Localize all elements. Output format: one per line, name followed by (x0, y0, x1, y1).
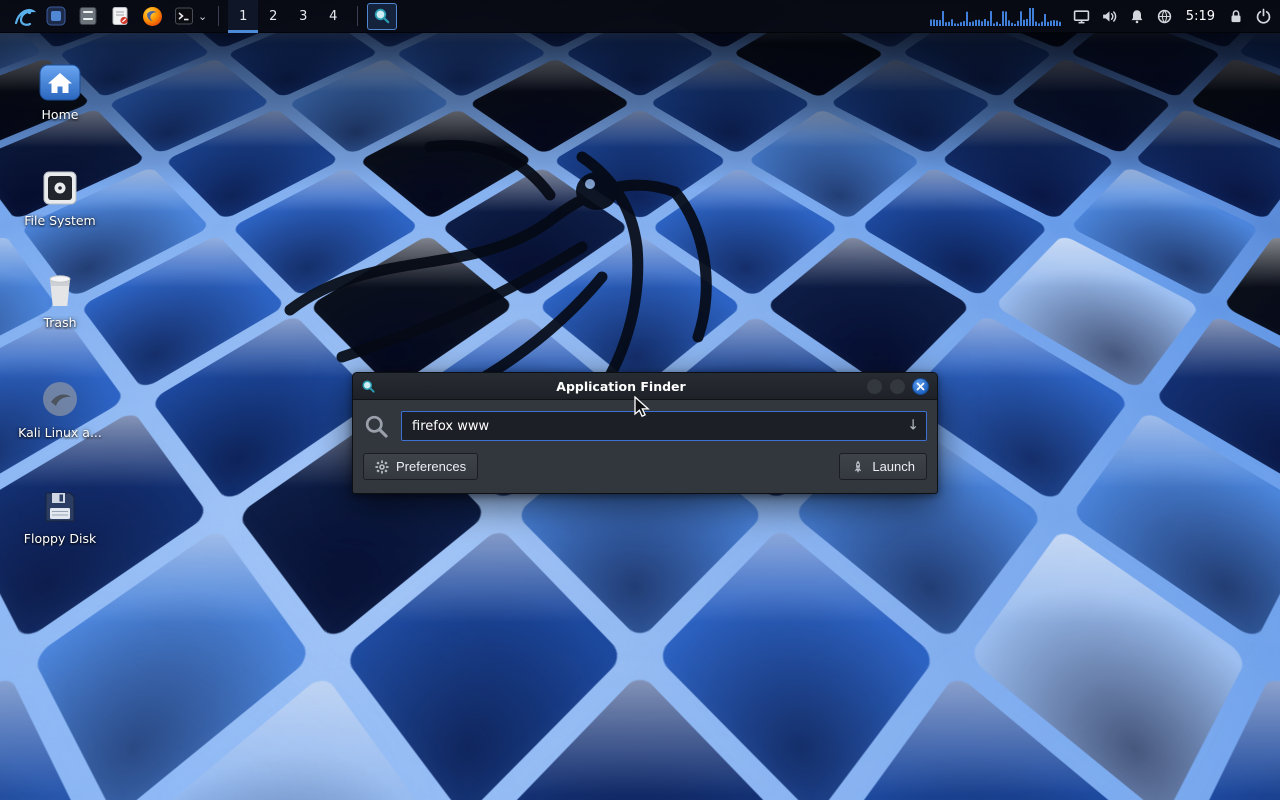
desktop-icon-file-system[interactable]: File System (10, 164, 110, 228)
notifications-bell-icon[interactable] (1129, 8, 1145, 25)
desktop-icon-trash[interactable]: Trash (10, 266, 110, 330)
terminal-launcher[interactable] (169, 2, 199, 30)
window-title: Application Finder (382, 379, 860, 394)
launch-button[interactable]: Launch (839, 453, 927, 480)
cpu-graph[interactable] (930, 5, 1062, 27)
display-tray-icon[interactable] (1073, 8, 1090, 25)
magnifier-icon (373, 7, 391, 25)
desktop-icon-label: File System (10, 214, 110, 228)
window-magnifier-icon (361, 379, 376, 394)
gear-icon (375, 460, 389, 474)
terminal-dropdown-chevron[interactable]: ⌄ (198, 10, 207, 23)
search-history-dropdown-icon[interactable]: ↓ (907, 418, 919, 434)
close-icon (916, 382, 925, 391)
app-finder-panel-button[interactable] (367, 3, 397, 30)
clock[interactable]: 5:19 (1184, 9, 1217, 24)
lock-icon[interactable] (1228, 8, 1244, 25)
workspace-label: 1 (239, 9, 247, 24)
workspace-button-1[interactable]: 1 (228, 0, 258, 33)
firefox-launcher[interactable] (137, 2, 167, 30)
panel-separator (357, 6, 358, 26)
applications-menu-button[interactable] (9, 2, 39, 30)
home-icon (10, 58, 110, 102)
window-manager-launcher[interactable] (41, 2, 71, 30)
workspace-label: 3 (299, 9, 307, 24)
panel-separator (218, 6, 219, 26)
close-button[interactable] (912, 378, 929, 395)
desktop-icon-label: Kali Linux a... (10, 426, 110, 440)
file-manager-launcher[interactable] (73, 2, 103, 30)
top-panel: ⌄ 1 2 3 4 5:19 (0, 0, 1280, 33)
kali-circle-icon (10, 376, 110, 420)
workspace-button-2[interactable]: 2 (258, 0, 288, 33)
file-cabinet-icon (77, 5, 99, 27)
workspace-label: 4 (329, 9, 337, 24)
text-editor-icon (109, 5, 131, 27)
dialog-body: ↓ (353, 400, 937, 493)
workspace-button-3[interactable]: 3 (288, 0, 318, 33)
window-icon (45, 5, 67, 27)
workspace-button-4[interactable]: 4 (318, 0, 348, 33)
panel-tray: 5:19 (930, 5, 1272, 27)
launch-rocket-icon (851, 460, 865, 474)
floppy-icon (10, 482, 110, 526)
firefox-icon (141, 5, 164, 28)
desktop-icon-label: Home (10, 108, 110, 122)
globe-status-icon[interactable] (1156, 8, 1173, 25)
preferences-label: Preferences (396, 459, 466, 474)
search-input-wrap: ↓ (401, 411, 927, 441)
desktop-icon-kali-docs[interactable]: Kali Linux a... (10, 376, 110, 440)
preferences-button[interactable]: Preferences (363, 453, 478, 480)
titlebar[interactable]: Application Finder (353, 373, 937, 400)
trash-icon (10, 266, 110, 310)
terminal-icon (173, 5, 195, 27)
desktop-icon-home[interactable]: Home (10, 58, 110, 122)
desktop-icon-label: Floppy Disk (10, 532, 110, 546)
volume-icon[interactable] (1101, 8, 1118, 25)
search-icon (363, 413, 390, 440)
text-editor-launcher[interactable] (105, 2, 135, 30)
application-finder-window: Application Finder ↓ (352, 372, 938, 494)
drive-icon (10, 164, 110, 208)
kali-logo-icon (12, 4, 36, 28)
workspace-label: 2 (269, 9, 277, 24)
minimize-button[interactable] (866, 378, 883, 395)
desktop-icon-floppy[interactable]: Floppy Disk (10, 482, 110, 546)
search-input[interactable] (401, 411, 927, 441)
logout-power-icon[interactable] (1255, 8, 1272, 25)
desktop-icon-label: Trash (10, 316, 110, 330)
launch-label: Launch (872, 459, 915, 474)
maximize-button[interactable] (889, 378, 906, 395)
